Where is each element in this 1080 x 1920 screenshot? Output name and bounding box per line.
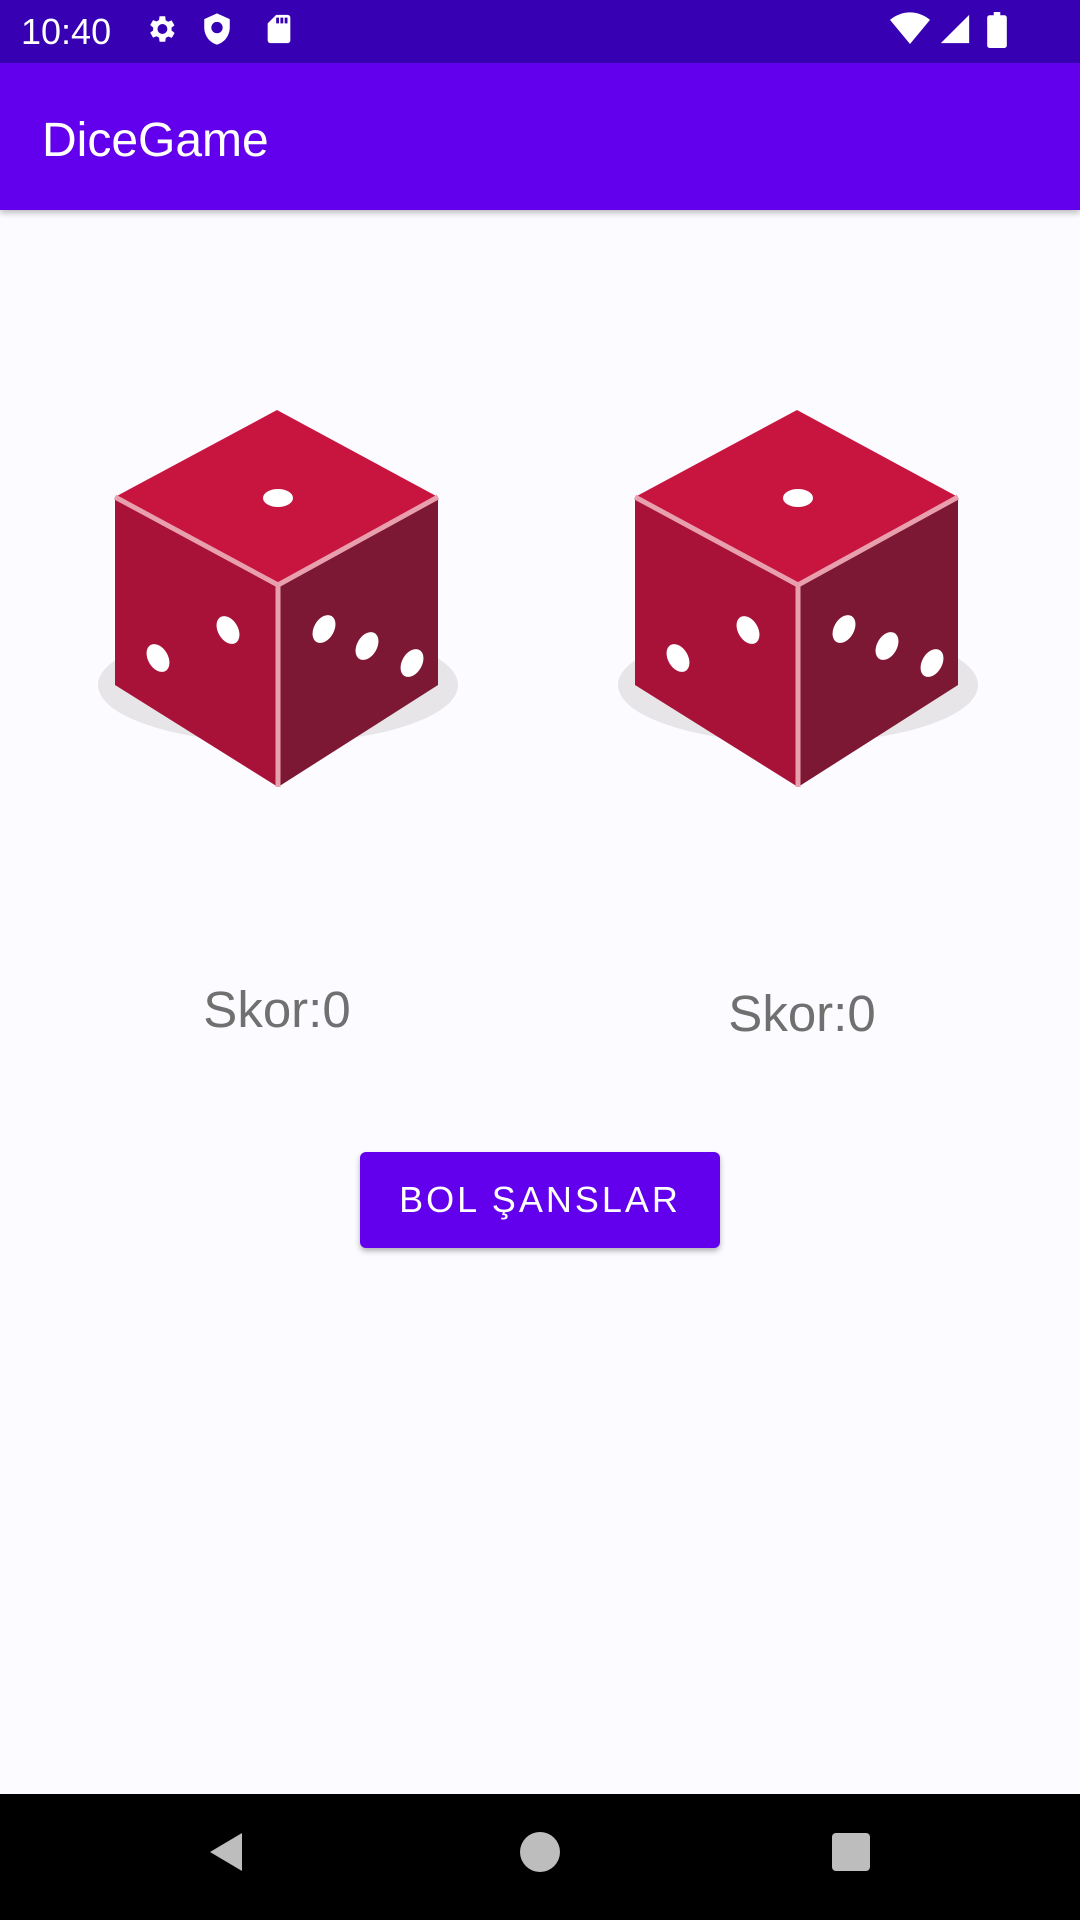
home-icon[interactable] — [515, 1827, 565, 1882]
player1-score: Skor:0 — [203, 981, 351, 1038]
signal-icon — [938, 12, 972, 51]
sd-card-icon — [262, 12, 296, 51]
status-time: 10:40 — [21, 11, 112, 52]
nav-bar — [0, 1794, 1080, 1920]
back-icon[interactable] — [202, 1827, 252, 1882]
roll-dice-button[interactable]: BOL ŞANSLAR — [360, 1152, 720, 1248]
player2-score: Skor:0 — [728, 985, 876, 1042]
die-left — [90, 405, 470, 835]
battery-icon — [986, 12, 1008, 53]
app-bar: DiceGame — [0, 63, 1080, 210]
recents-icon[interactable] — [826, 1827, 876, 1882]
shield-icon — [200, 12, 234, 51]
die-right — [610, 405, 990, 835]
wifi-icon — [890, 12, 930, 51]
status-bar: 10:40 — [0, 0, 1080, 63]
app-title: DiceGame — [42, 114, 269, 167]
gear-icon — [144, 12, 178, 51]
